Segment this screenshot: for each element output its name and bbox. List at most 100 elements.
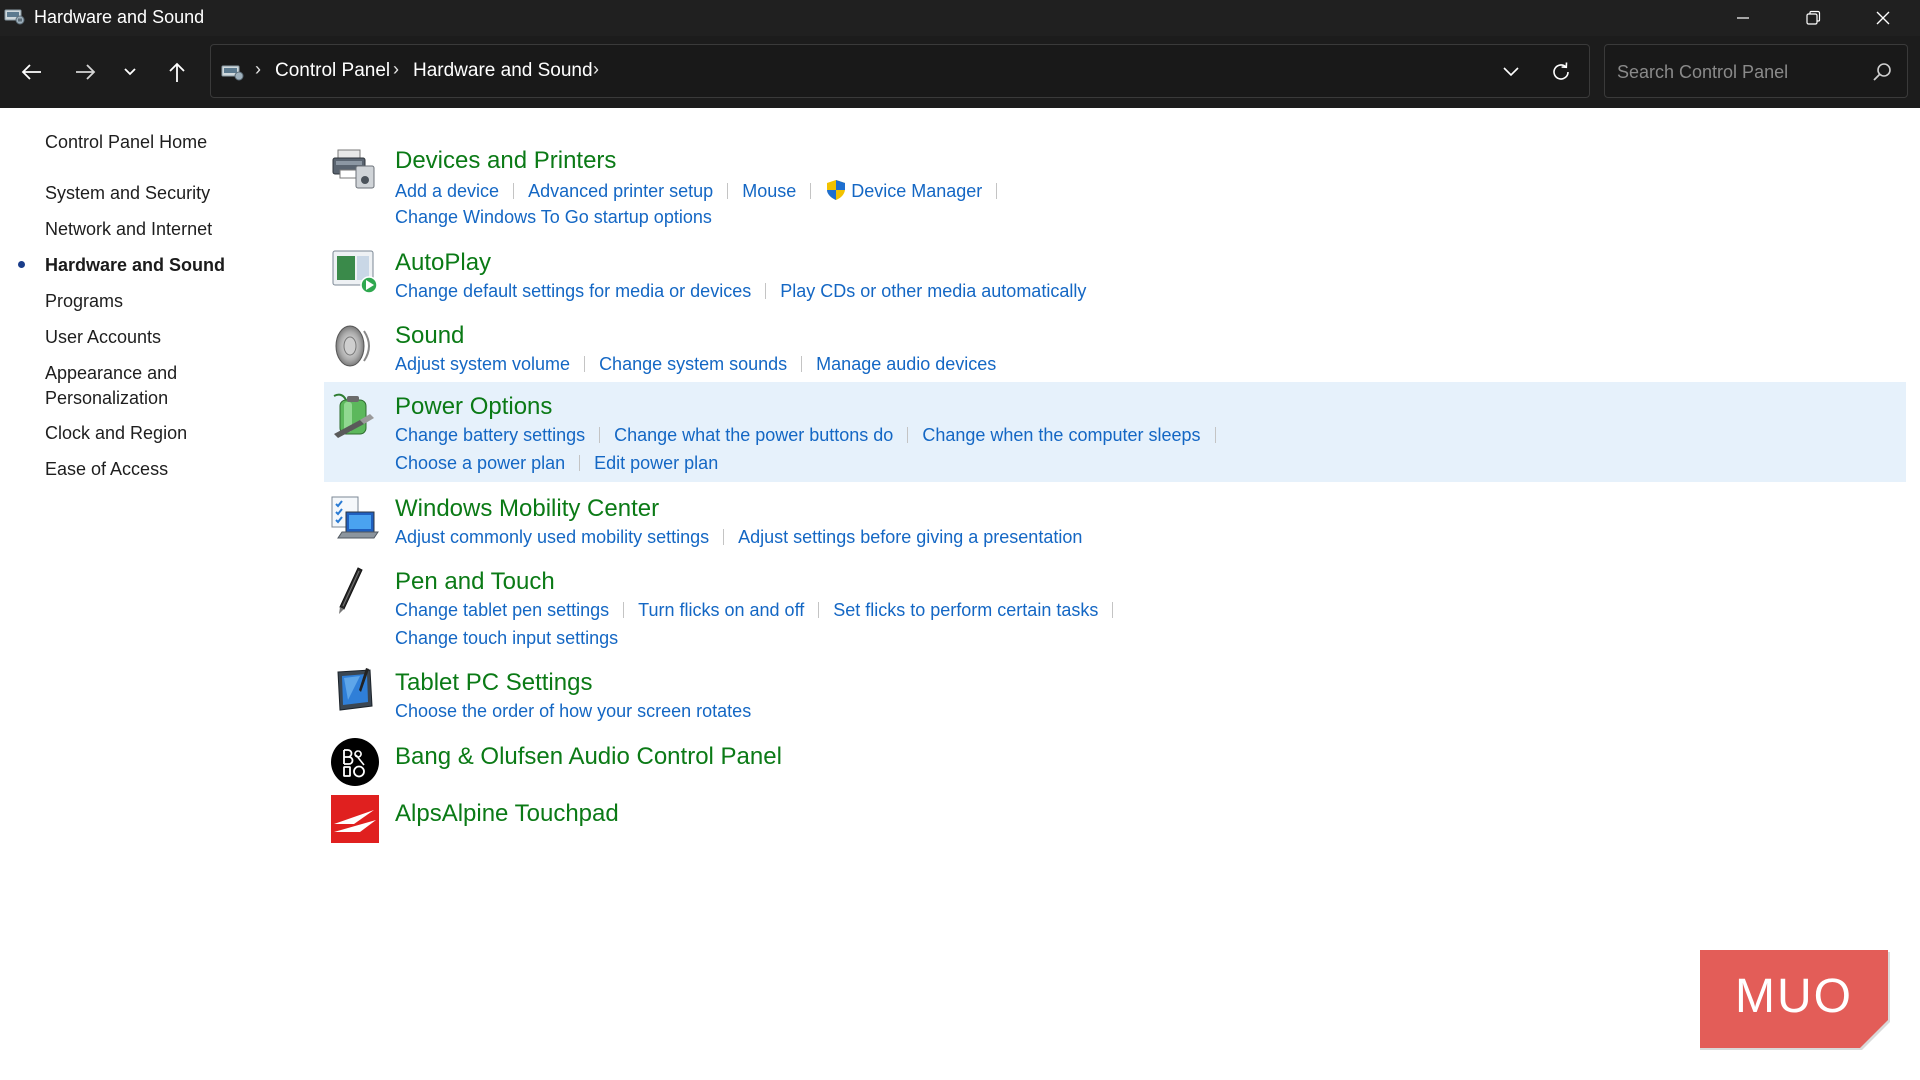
navigation-bar: › Control Panel › Hardware and Sound › bbox=[0, 36, 1920, 108]
category-autoplay: AutoPlay Change default settings for med… bbox=[324, 238, 1906, 304]
link-edit-power-plan[interactable]: Edit power plan bbox=[594, 453, 718, 473]
link-change-when-computer-sleeps[interactable]: Change when the computer sleeps bbox=[922, 425, 1200, 445]
printer-icon bbox=[332, 149, 375, 189]
link-adjust-mobility-settings[interactable]: Adjust commonly used mobility settings bbox=[395, 527, 709, 547]
minimize-icon bbox=[1737, 17, 1749, 19]
link-separator bbox=[579, 455, 581, 471]
alpsalpine-touchpad-title[interactable]: AlpsAlpine Touchpad bbox=[395, 800, 619, 828]
link-change-system-sounds[interactable]: Change system sounds bbox=[599, 354, 787, 374]
refresh-icon bbox=[1553, 62, 1569, 80]
link-change-battery-settings[interactable]: Change battery settings bbox=[395, 425, 585, 445]
address-history-button[interactable] bbox=[1496, 61, 1526, 83]
link-device-manager[interactable]: Device Manager bbox=[851, 181, 982, 201]
link-separator bbox=[765, 283, 767, 299]
chevron-right-icon[interactable]: › bbox=[593, 59, 599, 80]
main-content: Devices and Printers Add a device Advance… bbox=[320, 108, 1920, 1080]
chevron-down-icon bbox=[124, 68, 136, 76]
link-separator bbox=[818, 602, 820, 618]
refresh-button[interactable] bbox=[1547, 59, 1575, 85]
windows-mobility-center-links: Adjust commonly used mobility settings Ad… bbox=[395, 527, 1082, 548]
link-change-touch-input-settings[interactable]: Change touch input settings bbox=[395, 628, 618, 648]
link-play-cds-automatically[interactable]: Play CDs or other media automatically bbox=[780, 281, 1086, 301]
power-options-title[interactable]: Power Options bbox=[395, 393, 552, 421]
search-input[interactable] bbox=[1615, 57, 1859, 87]
link-manage-audio-devices[interactable]: Manage audio devices bbox=[816, 354, 996, 374]
link-screen-rotation-order[interactable]: Choose the order of how your screen rota… bbox=[395, 701, 751, 721]
autoplay-links: Change default settings for media or dev… bbox=[395, 281, 1086, 302]
minimize-button[interactable] bbox=[1708, 0, 1778, 36]
breadcrumb-hardware-and-sound[interactable]: Hardware and Sound bbox=[413, 60, 593, 82]
search-box[interactable] bbox=[1604, 44, 1908, 98]
link-change-default-settings-for-media[interactable]: Change default settings for media or dev… bbox=[395, 281, 751, 301]
control-panel-icon bbox=[221, 65, 244, 81]
control-panel-icon bbox=[4, 9, 25, 25]
category-alpsalpine-touchpad: AlpsAlpine Touchpad bbox=[324, 792, 1906, 844]
link-change-power-buttons[interactable]: Change what the power buttons do bbox=[614, 425, 893, 445]
link-change-windows-to-go-startup-options[interactable]: Change Windows To Go startup options bbox=[395, 207, 712, 227]
category-tablet-pc-settings: Tablet PC Settings Choose the order of h… bbox=[324, 658, 1906, 724]
category-windows-mobility-center: Windows Mobility Center Adjust commonly … bbox=[324, 484, 1906, 550]
pen-and-touch-title[interactable]: Pen and Touch bbox=[395, 568, 555, 596]
sidebar: Control Panel Home System and Security N… bbox=[0, 108, 300, 1080]
link-separator bbox=[1214, 427, 1216, 443]
category-sound: Sound Adjust system volume Change system … bbox=[324, 311, 1906, 377]
pen-and-touch-links-row2: Change touch input settings bbox=[395, 628, 618, 649]
sidebar-item-system-and-security[interactable]: System and Security bbox=[45, 181, 265, 206]
link-separator bbox=[1112, 602, 1114, 618]
title-bar: Hardware and Sound bbox=[0, 0, 1920, 36]
link-advanced-printer-setup[interactable]: Advanced printer setup bbox=[528, 181, 713, 201]
link-change-tablet-pen-settings[interactable]: Change tablet pen settings bbox=[395, 600, 609, 620]
autoplay-title[interactable]: AutoPlay bbox=[395, 249, 491, 277]
restore-icon bbox=[1806, 10, 1821, 25]
bang-olufsen-title[interactable]: Bang & Olufsen Audio Control Panel bbox=[395, 743, 782, 771]
devices-and-printers-title[interactable]: Devices and Printers bbox=[395, 147, 616, 175]
back-button[interactable] bbox=[12, 54, 52, 90]
alpsalpine-logo-icon bbox=[331, 795, 379, 843]
autoplay-icon bbox=[332, 250, 378, 294]
battery-icon bbox=[333, 393, 374, 438]
arrow-left-icon bbox=[21, 64, 41, 80]
link-mouse[interactable]: Mouse bbox=[742, 181, 796, 201]
link-adjust-presentation-settings[interactable]: Adjust settings before giving a presenta… bbox=[738, 527, 1082, 547]
sidebar-control-panel-home[interactable]: Control Panel Home bbox=[45, 130, 265, 155]
link-adjust-system-volume[interactable]: Adjust system volume bbox=[395, 354, 570, 374]
link-separator bbox=[810, 183, 812, 199]
sidebar-item-network-and-internet[interactable]: Network and Internet bbox=[45, 217, 265, 242]
tablet-pc-settings-title[interactable]: Tablet PC Settings bbox=[395, 669, 592, 697]
uac-shield-icon bbox=[827, 180, 846, 200]
category-devices-and-printers: Devices and Printers Add a device Advance… bbox=[324, 136, 1906, 230]
link-choose-a-power-plan[interactable]: Choose a power plan bbox=[395, 453, 565, 473]
active-item-bullet bbox=[18, 261, 25, 268]
sound-links: Adjust system volume Change system sounds… bbox=[395, 354, 996, 375]
address-bar[interactable]: › Control Panel › Hardware and Sound › bbox=[210, 44, 1590, 98]
link-separator bbox=[996, 183, 998, 199]
speaker-icon bbox=[335, 325, 370, 367]
pen-icon bbox=[339, 567, 363, 614]
windows-mobility-center-title[interactable]: Windows Mobility Center bbox=[395, 495, 659, 523]
sidebar-item-appearance-and-personalization[interactable]: Appearance and Personalization bbox=[45, 361, 205, 411]
breadcrumb-control-panel[interactable]: Control Panel bbox=[275, 60, 390, 82]
category-pen-and-touch: Pen and Touch Change tablet pen settings… bbox=[324, 557, 1906, 651]
restore-button[interactable] bbox=[1778, 0, 1848, 36]
link-separator bbox=[513, 183, 515, 199]
sidebar-item-ease-of-access[interactable]: Ease of Access bbox=[45, 457, 265, 482]
sidebar-item-clock-and-region[interactable]: Clock and Region bbox=[45, 421, 265, 446]
recent-locations-button[interactable] bbox=[110, 54, 150, 90]
watermark-text: MUO bbox=[1735, 970, 1853, 1023]
link-set-flicks-tasks[interactable]: Set flicks to perform certain tasks bbox=[833, 600, 1098, 620]
link-turn-flicks-on-and-off[interactable]: Turn flicks on and off bbox=[638, 600, 804, 620]
close-icon bbox=[1876, 11, 1890, 25]
sidebar-item-user-accounts[interactable]: User Accounts bbox=[45, 325, 265, 350]
sidebar-item-hardware-and-sound[interactable]: Hardware and Sound bbox=[45, 253, 265, 278]
forward-button[interactable] bbox=[65, 54, 105, 90]
search-icon[interactable] bbox=[1871, 61, 1893, 83]
link-add-a-device[interactable]: Add a device bbox=[395, 181, 499, 201]
link-separator bbox=[723, 529, 725, 545]
chevron-right-icon: › bbox=[255, 59, 261, 79]
sidebar-item-programs[interactable]: Programs bbox=[45, 289, 265, 314]
up-button[interactable] bbox=[157, 54, 197, 90]
chevron-right-icon: › bbox=[393, 59, 399, 79]
sound-title[interactable]: Sound bbox=[395, 322, 464, 350]
close-button[interactable] bbox=[1848, 0, 1918, 36]
devices-and-printers-links: Add a device Advanced printer setup Mouse … bbox=[395, 179, 1011, 202]
